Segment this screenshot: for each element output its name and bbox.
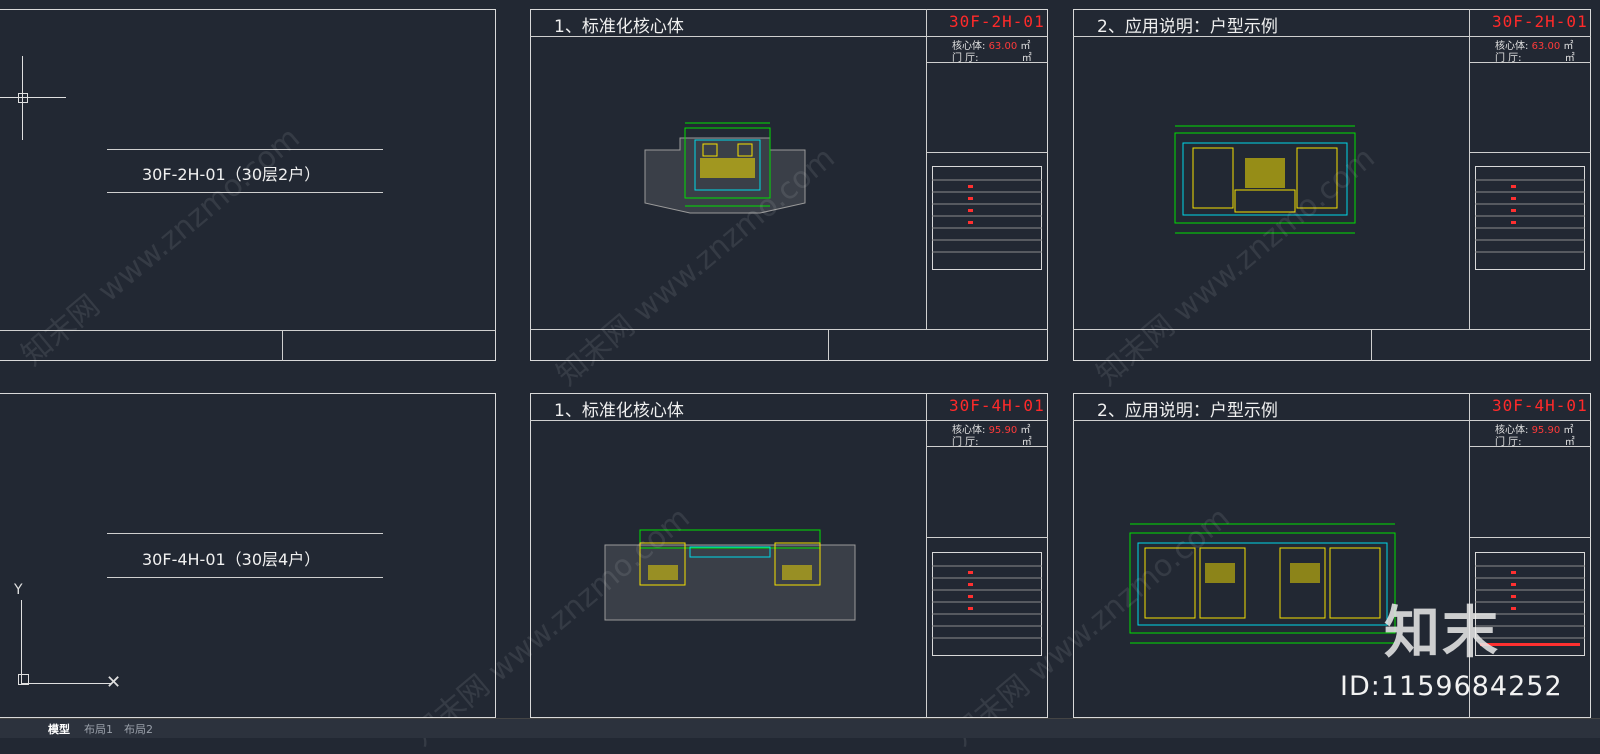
- model-space-canvas[interactable]: 30F-2H-01（30层2户） 1、标准化核心体 30F-2H-01 核心体:…: [0, 0, 1600, 753]
- watermark-id: ID:1159684252: [1340, 671, 1563, 702]
- tab-model[interactable]: 模型: [48, 721, 70, 737]
- tab-layout-1[interactable]: 布局1: [84, 721, 113, 737]
- layout-tab-bar: 模型 布局1 布局2: [0, 718, 1600, 738]
- watermark-logo: 知末: [1384, 601, 1500, 666]
- tab-layout-2[interactable]: 布局2: [124, 721, 153, 737]
